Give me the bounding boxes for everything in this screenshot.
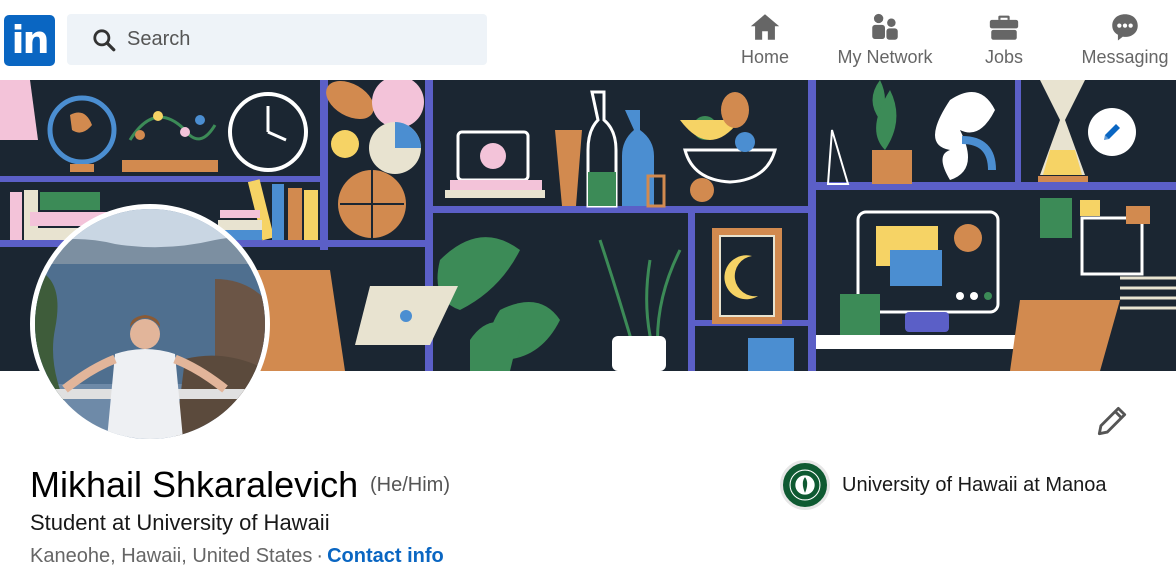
pencil-icon bbox=[1104, 124, 1120, 140]
profile-pronouns: (He/Him) bbox=[370, 474, 450, 496]
search-input[interactable] bbox=[127, 14, 467, 65]
nav-jobs[interactable]: Jobs bbox=[982, 0, 1026, 80]
top-navigation-bar: in Home My Network Jobs bbox=[0, 0, 1176, 80]
home-icon bbox=[750, 14, 780, 40]
search-box[interactable] bbox=[67, 14, 487, 65]
nav-my-network-label: My Network bbox=[837, 47, 933, 67]
education-entry[interactable]: University of Hawaii at Manoa bbox=[780, 460, 1107, 510]
search-icon bbox=[93, 29, 116, 52]
nav-home[interactable]: Home bbox=[738, 0, 792, 80]
nav-messaging-label: Messaging bbox=[1081, 47, 1169, 67]
nav-my-network[interactable]: My Network bbox=[834, 0, 936, 80]
edit-intro-pencil-icon[interactable] bbox=[1093, 402, 1131, 440]
separator: · bbox=[316, 545, 324, 567]
nav-home-label: Home bbox=[740, 47, 789, 67]
briefcase-icon bbox=[989, 15, 1019, 40]
profile-headline: Student at University of Hawaii bbox=[30, 510, 330, 535]
education-name: University of Hawaii at Manoa bbox=[842, 473, 1107, 496]
contact-info-link[interactable]: Contact info bbox=[327, 545, 444, 567]
profile-photo-image bbox=[35, 209, 265, 439]
profile-location-line: Kaneohe, Hawaii, United States · Contact i… bbox=[30, 545, 444, 568]
profile-location: Kaneohe, Hawaii, United States bbox=[30, 545, 313, 567]
messaging-icon bbox=[1112, 14, 1138, 41]
network-icon bbox=[872, 13, 898, 40]
university-seal-icon bbox=[780, 460, 830, 510]
nav-jobs-label: Jobs bbox=[984, 47, 1024, 67]
linkedin-logo[interactable]: in bbox=[4, 15, 55, 66]
nav-messaging[interactable]: Messaging bbox=[1080, 0, 1170, 80]
edit-banner-button[interactable] bbox=[1088, 108, 1136, 156]
profile-photo[interactable] bbox=[30, 204, 270, 444]
profile-name: Mikhail Shkaralevich bbox=[30, 464, 359, 505]
